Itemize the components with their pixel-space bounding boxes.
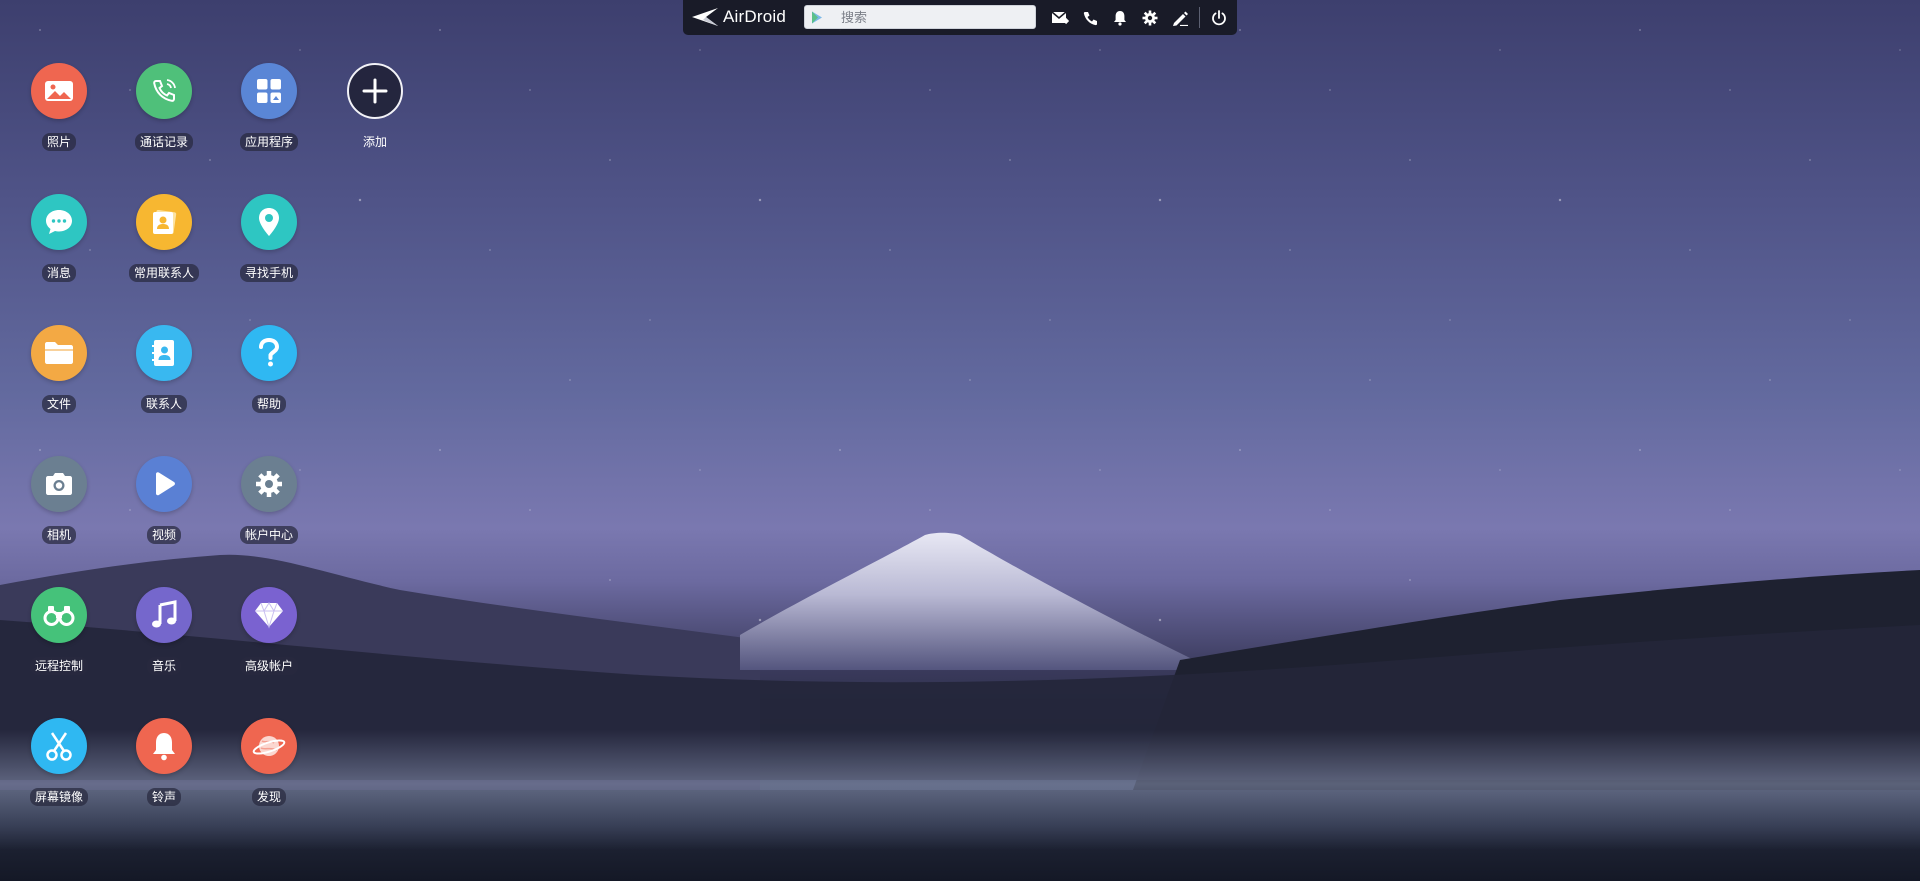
logo-text: AirDroid — [723, 7, 787, 26]
camera-icon — [46, 473, 72, 495]
settings-gear-icon — [256, 471, 282, 497]
app-find-phone[interactable]: 寻找手机 — [224, 194, 314, 294]
app-photos[interactable]: 照片 — [14, 63, 104, 163]
app-video[interactable]: 视频 — [119, 456, 209, 556]
plus-icon — [362, 78, 388, 104]
app-favorite-contacts[interactable]: 常用联系人 — [119, 194, 209, 294]
folder-icon — [45, 342, 73, 364]
binoculars-icon — [43, 606, 75, 626]
pen-icon — [1172, 11, 1188, 26]
bell-icon — [1114, 11, 1126, 26]
app-account-center[interactable]: 帐户中心 — [224, 456, 314, 556]
app-label: 添加 — [362, 135, 387, 149]
app-camera[interactable]: 相机 — [14, 456, 104, 556]
app-label: 高级帐户 — [239, 657, 298, 675]
notification-button[interactable] — [1110, 8, 1130, 28]
question-icon — [259, 338, 280, 367]
diamond-icon — [255, 602, 283, 629]
app-label: 文件 — [41, 395, 76, 413]
apps-icon — [257, 79, 281, 103]
app-label: 铃声 — [146, 788, 181, 806]
toolbar-divider — [1199, 7, 1200, 28]
power-icon — [1212, 10, 1226, 26]
app-label: 帮助 — [251, 395, 286, 413]
planet-icon — [252, 736, 286, 756]
app-add[interactable]: 添加 — [330, 63, 420, 163]
location-pin-icon — [259, 208, 279, 236]
phone-button[interactable] — [1080, 8, 1100, 28]
photo-icon — [45, 81, 73, 101]
app-ringtone[interactable]: 铃声 — [119, 718, 209, 818]
app-label: 寻找手机 — [239, 264, 298, 282]
google-play-icon — [812, 11, 822, 24]
paper-plane-icon — [692, 8, 718, 26]
app-screen-mirroring[interactable]: 屏幕镜像 — [14, 718, 104, 818]
search-input[interactable] — [839, 8, 1033, 28]
app-label: 帐户中心 — [239, 526, 298, 544]
app-label: 应用程序 — [239, 133, 298, 151]
desktop: AirDroid 搜索 照片 通话记录 应用程序 添加 消息 常用联系人 寻找手… — [0, 0, 1920, 881]
app-label: 照片 — [41, 133, 76, 151]
app-applications[interactable]: 应用程序 — [224, 63, 314, 163]
app-call-log[interactable]: 通话记录 — [119, 63, 209, 163]
app-premium-account[interactable]: 高级帐户 — [224, 587, 314, 687]
app-discover[interactable]: 发现 — [224, 718, 314, 818]
contacts-book-icon — [152, 340, 174, 366]
ringtone-bell-icon — [153, 733, 175, 761]
app-label: 音乐 — [146, 657, 181, 675]
app-label: 消息 — [41, 264, 76, 282]
mail-button[interactable] — [1050, 8, 1070, 28]
video-play-icon — [156, 472, 175, 496]
app-files[interactable]: 文件 — [14, 325, 104, 425]
app-label: 发现 — [251, 788, 286, 806]
scissors-icon — [46, 732, 72, 761]
app-label: 视频 — [146, 526, 181, 544]
app-label: 相机 — [41, 526, 76, 544]
app-contacts[interactable]: 联系人 — [119, 325, 209, 425]
airdroid-logo[interactable]: AirDroid — [691, 6, 786, 28]
edit-button[interactable] — [1170, 8, 1190, 28]
app-label: 联系人 — [140, 395, 187, 413]
power-button[interactable] — [1209, 8, 1229, 28]
app-label: 屏幕镜像 — [29, 788, 88, 806]
message-icon — [46, 210, 72, 234]
app-remote-control[interactable]: 远程控制 — [14, 587, 104, 687]
app-label: 常用联系人 — [128, 264, 199, 282]
favorite-contacts-icon — [153, 209, 177, 235]
mail-icon — [1051, 11, 1069, 25]
airdroid-topbar: AirDroid — [683, 0, 1237, 35]
gear-icon — [1142, 10, 1158, 26]
music-note-icon — [152, 600, 177, 628]
phone-icon — [1083, 11, 1097, 25]
app-music[interactable]: 音乐 — [119, 587, 209, 687]
app-label: 通话记录 — [134, 133, 193, 151]
app-help[interactable]: 帮助 — [224, 325, 314, 425]
app-label: 远程控制 — [29, 657, 88, 675]
app-messages[interactable]: 消息 — [14, 194, 104, 294]
search-box[interactable] — [804, 5, 1036, 29]
settings-button[interactable] — [1140, 8, 1160, 28]
call-log-icon — [153, 79, 176, 102]
